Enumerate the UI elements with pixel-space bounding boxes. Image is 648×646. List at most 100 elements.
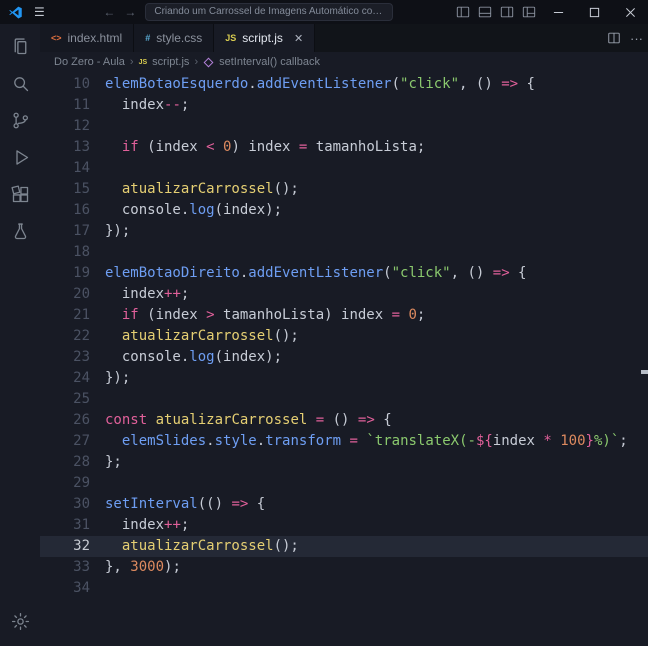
minimize-button[interactable]	[540, 0, 576, 24]
line-number: 16	[73, 202, 90, 218]
breadcrumb-symbol[interactable]: setInterval() callback	[219, 56, 320, 68]
code-text: const atualizarCarrossel = () => {	[105, 410, 648, 431]
extensions-icon[interactable]	[0, 176, 40, 213]
code-token: tamanhoLista;	[307, 139, 426, 155]
code-token: =>	[357, 412, 375, 428]
tab-index-html[interactable]: <> index.html	[40, 24, 135, 52]
code-token: ) index	[231, 139, 299, 155]
code-line-30[interactable]: 30 setInterval(() => {	[40, 494, 648, 515]
code-token: log	[189, 202, 215, 218]
code-token: atualizarCarrossel	[121, 538, 274, 554]
breadcrumb-file[interactable]: script.js	[152, 56, 189, 68]
code-text: console.log(index);	[105, 200, 648, 221]
code-token: style	[214, 433, 257, 449]
code-line-12[interactable]: 12	[40, 116, 648, 137]
source-control-icon[interactable]	[0, 102, 40, 139]
code-token: atualizarCarrossel	[121, 181, 274, 197]
more-actions-icon[interactable]: ···	[625, 24, 648, 52]
line-number: 20	[73, 286, 90, 302]
code-line-32[interactable]: 32 atualizarCarrossel();	[40, 536, 648, 557]
code-token: .	[256, 433, 266, 449]
code-token: (index	[138, 307, 207, 323]
toggle-panel-icon[interactable]	[474, 0, 496, 24]
tab-style-css[interactable]: # style.css	[134, 24, 215, 52]
code-line-25[interactable]: 25	[40, 389, 648, 410]
line-number: 33	[73, 559, 90, 575]
toggle-sidebar-icon[interactable]	[452, 0, 474, 24]
tab-strip-empty	[315, 24, 602, 52]
breadcrumb-folder[interactable]: Do Zero - Aula	[54, 56, 125, 68]
code-line-28[interactable]: 28};	[40, 452, 648, 473]
line-number: 18	[73, 244, 90, 260]
line-number: 13	[73, 139, 90, 155]
titlebar: ☰ ← → Criando um Carrossel de Imagens Au…	[0, 0, 648, 24]
code-line-31[interactable]: 31 index++;	[40, 515, 648, 536]
code-token: setInterval	[105, 496, 198, 512]
code-editor[interactable]: 10 elemBotaoEsquerdo.addEventListener("cl…	[40, 72, 648, 646]
search-icon[interactable]	[0, 65, 40, 102]
close-button[interactable]	[612, 0, 648, 24]
overview-ruler-marker	[641, 370, 648, 374]
code-text: }, 3000);	[105, 557, 648, 578]
code-line-22[interactable]: 22 atualizarCarrossel();	[40, 326, 648, 347]
code-line-29[interactable]: 29	[40, 473, 648, 494]
toggle-secondary-sidebar-icon[interactable]	[496, 0, 518, 24]
code-token: =	[349, 433, 358, 449]
code-line-20[interactable]: 20 index++;	[40, 284, 648, 305]
run-debug-icon[interactable]	[0, 139, 40, 176]
js-file-icon: JS	[225, 33, 237, 43]
chevron-right-icon: ›	[194, 56, 199, 68]
code-token: });	[105, 223, 131, 239]
menu-icon[interactable]: ☰	[34, 5, 45, 19]
code-token: 100	[560, 433, 586, 449]
code-line-10[interactable]: 10 elemBotaoEsquerdo.addEventListener("cl…	[40, 74, 648, 95]
code-line-33[interactable]: 33 }, 3000);	[40, 557, 648, 578]
code-line-17[interactable]: 17});	[40, 221, 648, 242]
code-token: ();	[273, 181, 299, 197]
code-line-18[interactable]: 18	[40, 242, 648, 263]
code-text: };	[105, 452, 648, 473]
code-line-16[interactable]: 16 console.log(index);	[40, 200, 648, 221]
close-tab-icon[interactable]: ✕	[294, 32, 303, 45]
code-line-11[interactable]: 11 index--;	[40, 95, 648, 116]
code-token: if	[121, 139, 139, 155]
code-token: );	[164, 559, 181, 575]
code-line-23[interactable]: 23 console.log(index);	[40, 347, 648, 368]
code-line-19[interactable]: 19 elemBotaoDireito.addEventListener("cli…	[40, 263, 648, 284]
customize-layout-icon[interactable]	[518, 0, 540, 24]
code-token: transform	[265, 433, 342, 449]
code-line-27[interactable]: 27 elemSlides.style.transform = `transla…	[40, 431, 648, 452]
forward-arrow-icon[interactable]: →	[124, 5, 136, 19]
code-token: index	[105, 286, 165, 302]
back-arrow-icon[interactable]: ←	[103, 5, 115, 19]
code-line-34[interactable]: 34	[40, 578, 648, 599]
maximize-button[interactable]	[576, 0, 612, 24]
code-token: }	[585, 433, 594, 449]
code-line-21[interactable]: 21 if (index > tamanhoLista) index = 0;	[40, 305, 648, 326]
code-token: , ()	[459, 76, 502, 92]
code-line-14[interactable]: 14	[40, 158, 648, 179]
vscode-logo-icon	[8, 5, 23, 20]
code-line-26[interactable]: 26 const atualizarCarrossel = () => {	[40, 410, 648, 431]
activity-bar	[0, 24, 40, 646]
command-center-title[interactable]: Criando um Carrossel de Imagens Automáti…	[145, 3, 394, 21]
code-line-24[interactable]: 24});	[40, 368, 648, 389]
testing-flask-icon[interactable]	[0, 213, 40, 250]
code-token: %)`	[593, 433, 620, 449]
tab-label: script.js	[242, 31, 283, 45]
code-token: ;	[416, 307, 426, 323]
settings-gear-icon[interactable]	[0, 603, 40, 640]
explorer-icon[interactable]	[0, 28, 40, 65]
code-line-15[interactable]: 15 atualizarCarrossel();	[40, 179, 648, 200]
split-editor-icon[interactable]	[602, 24, 625, 52]
tab-script-js[interactable]: JS script.js ✕	[214, 24, 316, 52]
code-line-13[interactable]: 13 if (index < 0) index = tamanhoLista;	[40, 137, 648, 158]
code-token: atualizarCarrossel	[155, 412, 308, 428]
